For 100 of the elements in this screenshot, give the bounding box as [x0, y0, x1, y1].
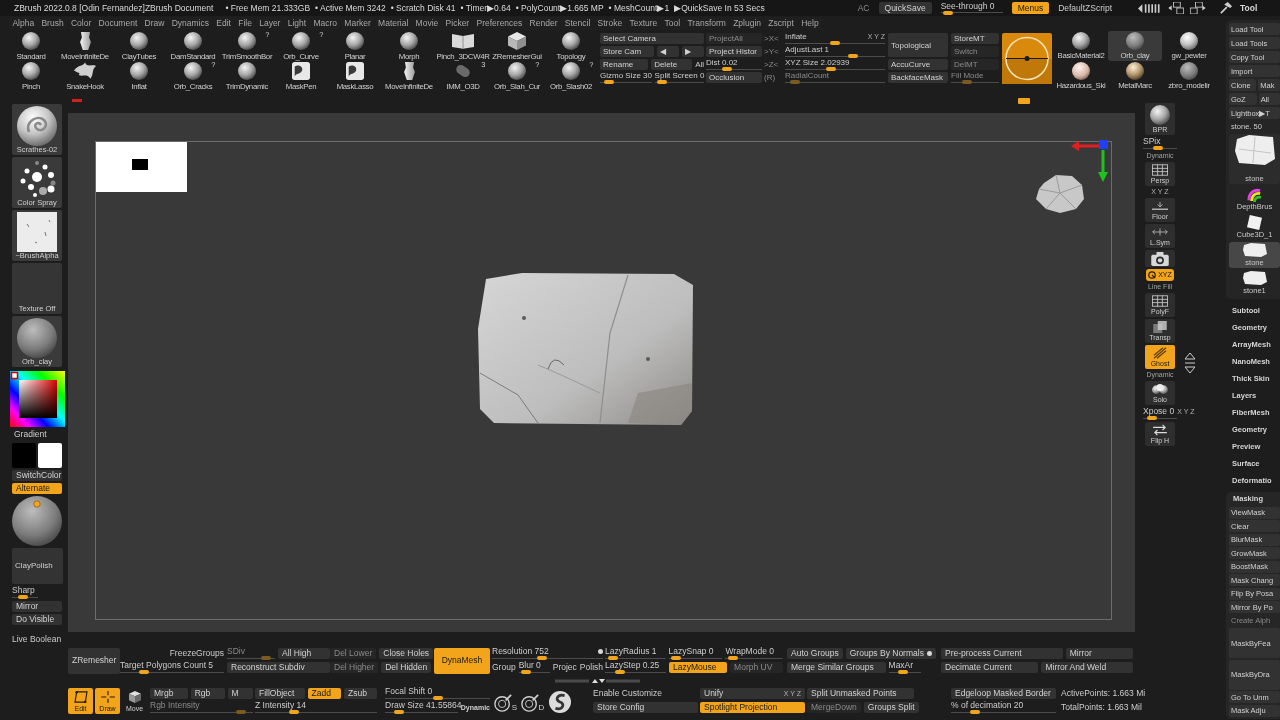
- polyhedron-icon[interactable]: [1036, 173, 1084, 213]
- panel-button[interactable]: Mrgb: [150, 688, 188, 699]
- shelf-button[interactable]: [1145, 250, 1175, 267]
- panel-button[interactable]: Rename: [600, 59, 649, 70]
- panel-button[interactable]: Rgb: [190, 688, 225, 699]
- brush-preset-panel[interactable]: ClayPolish: [12, 548, 63, 584]
- slider-track[interactable]: [785, 41, 885, 45]
- slider-track[interactable]: [888, 670, 921, 674]
- panel-button[interactable]: Store Config: [593, 702, 698, 713]
- slider-thumb[interactable]: [722, 67, 733, 71]
- slider-track[interactable]: [940, 10, 1003, 15]
- slider-thumb[interactable]: [670, 656, 681, 660]
- color-swatch[interactable]: [12, 443, 36, 468]
- slider-track[interactable]: [227, 656, 275, 660]
- panel-button[interactable]: Project Histor: [706, 46, 762, 57]
- slider-thumb[interactable]: [537, 656, 548, 660]
- tool-button[interactable]: S: [493, 687, 518, 714]
- panel-button[interactable]: Groups By Normals: [845, 648, 936, 659]
- sculpt-sphere-icon[interactable]: [12, 496, 62, 546]
- slider-thumb[interactable]: [830, 41, 840, 45]
- panel-button[interactable]: LazyMouse: [669, 662, 728, 673]
- panel-button[interactable]: StoreMT: [951, 33, 999, 44]
- tool-button[interactable]: D: [520, 687, 545, 714]
- panel-button[interactable]: Groups Split: [863, 702, 919, 713]
- slider-thumb[interactable]: [520, 670, 531, 674]
- panel-button[interactable]: Pre-process Current: [941, 648, 1063, 659]
- dial-icon[interactable]: [1002, 33, 1052, 84]
- slider-thumb[interactable]: [432, 696, 443, 700]
- navigator-drawing[interactable]: [96, 142, 187, 192]
- panel-button[interactable]: Topological: [888, 33, 948, 57]
- panel-button[interactable]: BackfaceMask: [888, 72, 948, 83]
- slider-thumb[interactable]: [943, 10, 954, 15]
- updown-arrows-icon[interactable]: [1185, 353, 1195, 373]
- slider-track[interactable]: [120, 670, 224, 674]
- panel-button[interactable]: Mirror: [12, 601, 62, 612]
- slider-track[interactable]: [785, 67, 885, 71]
- collapse-bars-icon[interactable]: [1138, 3, 1162, 13]
- slider-thumb[interactable]: [897, 670, 908, 674]
- color-picker[interactable]: [10, 371, 65, 427]
- slider-track[interactable]: [518, 670, 550, 674]
- slider-thumb[interactable]: [970, 710, 980, 714]
- panel-button[interactable]: DynaMesh: [434, 647, 490, 674]
- slider-thumb[interactable]: [848, 54, 858, 58]
- panel-button[interactable]: Alternate: [12, 483, 62, 494]
- panel-button[interactable]: Edgeloop Masked Border: [951, 688, 1056, 699]
- panel-button[interactable]: Occlusion: [706, 72, 762, 83]
- panel-button[interactable]: Do Visible: [12, 614, 62, 625]
- panel-button[interactable]: All High: [278, 648, 330, 659]
- axis-gizmo-icon[interactable]: [1071, 140, 1111, 182]
- slider-track[interactable]: [12, 595, 38, 599]
- layout-icon[interactable]: [1190, 2, 1206, 14]
- panel-button[interactable]: AccuCurve: [888, 59, 948, 70]
- panel-button[interactable]: Menus: [1011, 2, 1050, 14]
- panel-button[interactable]: Auto Groups: [787, 648, 843, 659]
- panel-button[interactable]: Delete: [651, 59, 693, 70]
- collapse-handle-icon[interactable]: [555, 677, 640, 684]
- slider-thumb[interactable]: [1146, 416, 1157, 420]
- panel-button[interactable]: Del Hidden: [381, 662, 432, 673]
- panel-button[interactable]: Close Holes: [379, 648, 434, 659]
- slider-track[interactable]: [951, 710, 1056, 714]
- panel-button[interactable]: ZRemesher: [68, 647, 121, 674]
- panel-button[interactable]: ◀: [657, 46, 680, 57]
- panel-button[interactable]: QuickSave: [878, 2, 932, 14]
- slider-track[interactable]: [385, 710, 458, 714]
- slider-track[interactable]: [654, 80, 704, 84]
- menu-item[interactable]: Alpha: [9, 16, 38, 30]
- slider-thumb[interactable]: [615, 670, 626, 674]
- slider-track[interactable]: [605, 670, 666, 674]
- slider-track[interactable]: [1143, 146, 1177, 150]
- slider-track[interactable]: [785, 80, 885, 84]
- layout-icon[interactable]: [1168, 2, 1184, 14]
- slider-track[interactable]: [255, 710, 377, 714]
- panel-button[interactable]: Decimate Current: [941, 662, 1039, 673]
- color-swatch[interactable]: [38, 443, 62, 468]
- panel-button[interactable]: Reconstruct Subdiv: [227, 662, 330, 673]
- slider-track[interactable]: [385, 696, 490, 700]
- panel-button[interactable]: ▶: [682, 46, 704, 57]
- slider-thumb[interactable]: [656, 80, 667, 84]
- panel-button[interactable]: Zadd: [307, 688, 341, 699]
- slider-track[interactable]: [150, 710, 253, 714]
- panel-button[interactable]: Merge Similar Groups: [787, 662, 886, 673]
- panel-button[interactable]: Zsub: [344, 688, 377, 699]
- panel-button[interactable]: SwitchColor: [12, 470, 62, 481]
- panel-button[interactable]: Select Camera: [600, 33, 704, 44]
- slider-thumb[interactable]: [288, 710, 299, 714]
- panel-button[interactable]: Mirror And Weld: [1041, 662, 1133, 673]
- document-frame[interactable]: [95, 141, 1112, 620]
- panel-button[interactable]: Split Unmasked Points: [807, 688, 914, 699]
- slider-track[interactable]: [785, 54, 885, 58]
- panel-button[interactable]: Store Cam: [600, 46, 655, 57]
- slider-thumb[interactable]: [17, 595, 28, 599]
- slider-track[interactable]: [605, 656, 666, 660]
- slider-thumb[interactable]: [607, 656, 618, 660]
- slider-thumb[interactable]: [138, 670, 149, 674]
- position-marker-icon[interactable]: [1018, 97, 1030, 104]
- slider-track[interactable]: [725, 656, 783, 660]
- panel-button[interactable]: M: [227, 688, 253, 699]
- slider-thumb[interactable]: [604, 80, 615, 84]
- slider-track[interactable]: [492, 656, 603, 660]
- slider-track[interactable]: [600, 80, 652, 84]
